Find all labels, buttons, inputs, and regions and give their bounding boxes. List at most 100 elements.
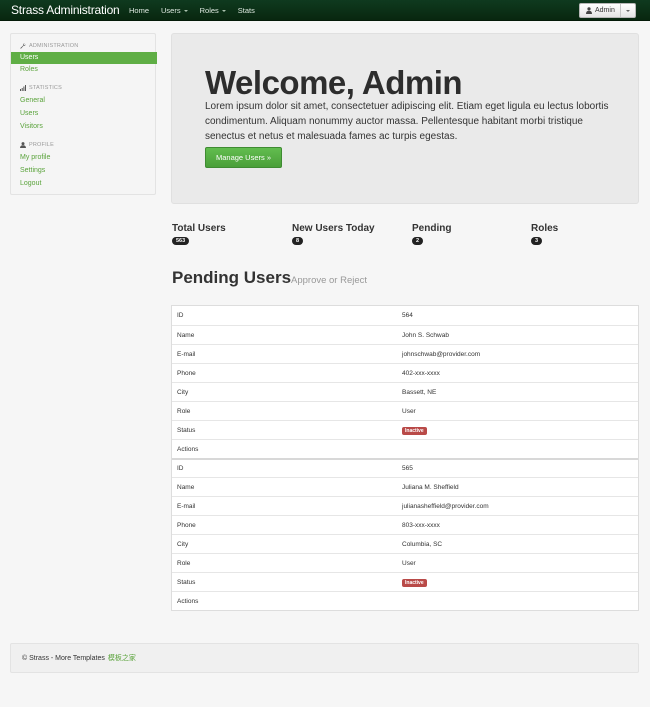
user-menu-main[interactable]: Admin (580, 4, 620, 17)
sidebar-item-roles[interactable]: Roles (20, 66, 38, 73)
stat-roles: Roles 3 (531, 223, 558, 245)
stat-badge: 2 (412, 237, 424, 245)
table-row: Phone 402-xxx-xxxx (172, 363, 638, 382)
field-value: julianasheffield@provider.com (402, 502, 489, 510)
stat-total-users: Total Users 563 (172, 223, 226, 245)
sidebar-header-profile: PROFILE (20, 142, 54, 148)
table-row: Phone 803-xxx-xxxx (172, 515, 638, 534)
sidebar-item-stat-users[interactable]: Users (20, 110, 38, 117)
table-row: ID 565 (172, 458, 638, 477)
sidebar-item-logout[interactable]: Logout (20, 180, 41, 187)
field-label: Phone (177, 369, 196, 377)
sidebar: ADMINISTRATION Users Roles STATISTICS Ge… (10, 33, 157, 195)
stat-label: New Users Today (292, 223, 375, 234)
nav-stats[interactable]: Stats (238, 6, 255, 15)
field-label: Status (177, 578, 196, 586)
footer: © Strass - More Templates 模板之家 (10, 643, 639, 673)
field-label: ID (177, 465, 184, 472)
user-icon (20, 142, 26, 148)
user-menu-toggle[interactable] (620, 4, 635, 17)
field-value: 803-xxx-xxxx (402, 521, 440, 529)
table-row: Status Inactive (172, 572, 638, 591)
hero-title: Welcome, Admin (205, 64, 463, 101)
field-label: Actions (177, 597, 199, 605)
table-row: E-mail julianasheffield@provider.com (172, 496, 638, 515)
stat-label: Total Users (172, 223, 226, 234)
field-label: Role (177, 407, 191, 415)
sidebar-header-administration: ADMINISTRATION (20, 43, 78, 49)
status-badge: Inactive (402, 578, 427, 587)
hero-text: Lorem ipsum dolor sit amet, consectetuer… (205, 101, 609, 142)
table-row: Actions (172, 439, 638, 458)
sidebar-item-general[interactable]: General (20, 97, 45, 104)
chevron-down-icon (626, 9, 630, 12)
top-navbar: Strass Administration Home Users Roles S… (0, 0, 650, 21)
chevron-down-icon (221, 9, 226, 12)
field-value: 564 (402, 312, 413, 319)
nav-users-dropdown[interactable]: Users (161, 6, 188, 15)
pending-users-subtitle: Approve or Reject (291, 275, 368, 286)
field-label: Role (177, 559, 191, 567)
field-label: ID (177, 312, 184, 319)
nav-home-label: Home (129, 6, 150, 15)
main-nav: Home Users Roles Stats (129, 6, 267, 15)
wrench-icon (20, 43, 26, 49)
stat-badge: 8 (292, 237, 304, 245)
user-icon (586, 7, 592, 14)
field-label: Name (177, 331, 195, 339)
sidebar-item-visitors[interactable]: Visitors (20, 123, 43, 130)
field-label: Phone (177, 521, 196, 529)
sidebar-item-settings[interactable]: Settings (20, 167, 45, 174)
field-value: 565 (402, 465, 413, 472)
sidebar-item-my-profile[interactable]: My profile (20, 154, 50, 161)
table-row: Status Inactive (172, 420, 638, 439)
field-label: E-mail (177, 350, 196, 358)
nav-users-label: Users (161, 6, 181, 15)
nav-roles-label: Roles (199, 6, 219, 15)
table-row: Name John S. Schwab (172, 325, 638, 344)
field-value: Inactive (402, 426, 638, 435)
table-row: City Columbia, SC (172, 534, 638, 553)
field-value: User (402, 407, 416, 415)
manage-users-button[interactable]: Manage Users » (205, 147, 282, 168)
brand-title[interactable]: Strass Administration (11, 3, 120, 17)
table-row: City Bassett, NE (172, 382, 638, 401)
status-badge: Inactive (402, 426, 427, 435)
sidebar-header-statistics-label: STATISTICS (29, 85, 62, 91)
field-value: John S. Schwab (402, 331, 449, 339)
stat-badge: 563 (172, 237, 190, 245)
field-value: Bassett, NE (402, 388, 437, 396)
sidebar-header-statistics: STATISTICS (20, 85, 62, 91)
field-value: Juliana M. Sheffield (402, 483, 459, 491)
table-row: Name Juliana M. Sheffield (172, 477, 638, 496)
pending-users-title: Pending Users (172, 268, 292, 287)
sidebar-header-administration-label: ADMINISTRATION (29, 43, 79, 49)
table-row: Actions (172, 591, 638, 610)
user-menu-label: Admin (595, 7, 615, 14)
footer-link[interactable]: 模板之家 (108, 653, 136, 663)
field-value: johnschwab@provider.com (402, 350, 481, 358)
chevron-down-icon (183, 9, 188, 12)
nav-home[interactable]: Home (129, 6, 149, 15)
field-label: City (177, 388, 189, 396)
user-menu-button[interactable]: Admin (579, 3, 636, 18)
stat-label: Pending (412, 223, 452, 234)
stat-label: Roles (531, 223, 559, 234)
field-label: E-mail (177, 502, 196, 510)
stat-new-users-today: New Users Today 8 (292, 223, 375, 245)
stat-pending: Pending 2 (412, 223, 451, 245)
field-value: User (402, 559, 416, 567)
field-label: Status (177, 426, 196, 434)
nav-stats-label: Stats (237, 6, 255, 15)
field-value: 402-xxx-xxxx (402, 369, 440, 377)
field-label: City (177, 540, 189, 548)
field-label: Actions (177, 445, 199, 453)
nav-roles-dropdown[interactable]: Roles (200, 6, 226, 15)
table-row: ID 564 (172, 306, 638, 325)
stat-badge: 3 (531, 237, 543, 245)
field-value: Inactive (402, 578, 638, 587)
table-row: Role User (172, 401, 638, 420)
sidebar-header-profile-label: PROFILE (29, 142, 54, 148)
footer-text: © Strass - More Templates (22, 654, 105, 662)
sidebar-item-users[interactable]: Users (11, 52, 157, 64)
